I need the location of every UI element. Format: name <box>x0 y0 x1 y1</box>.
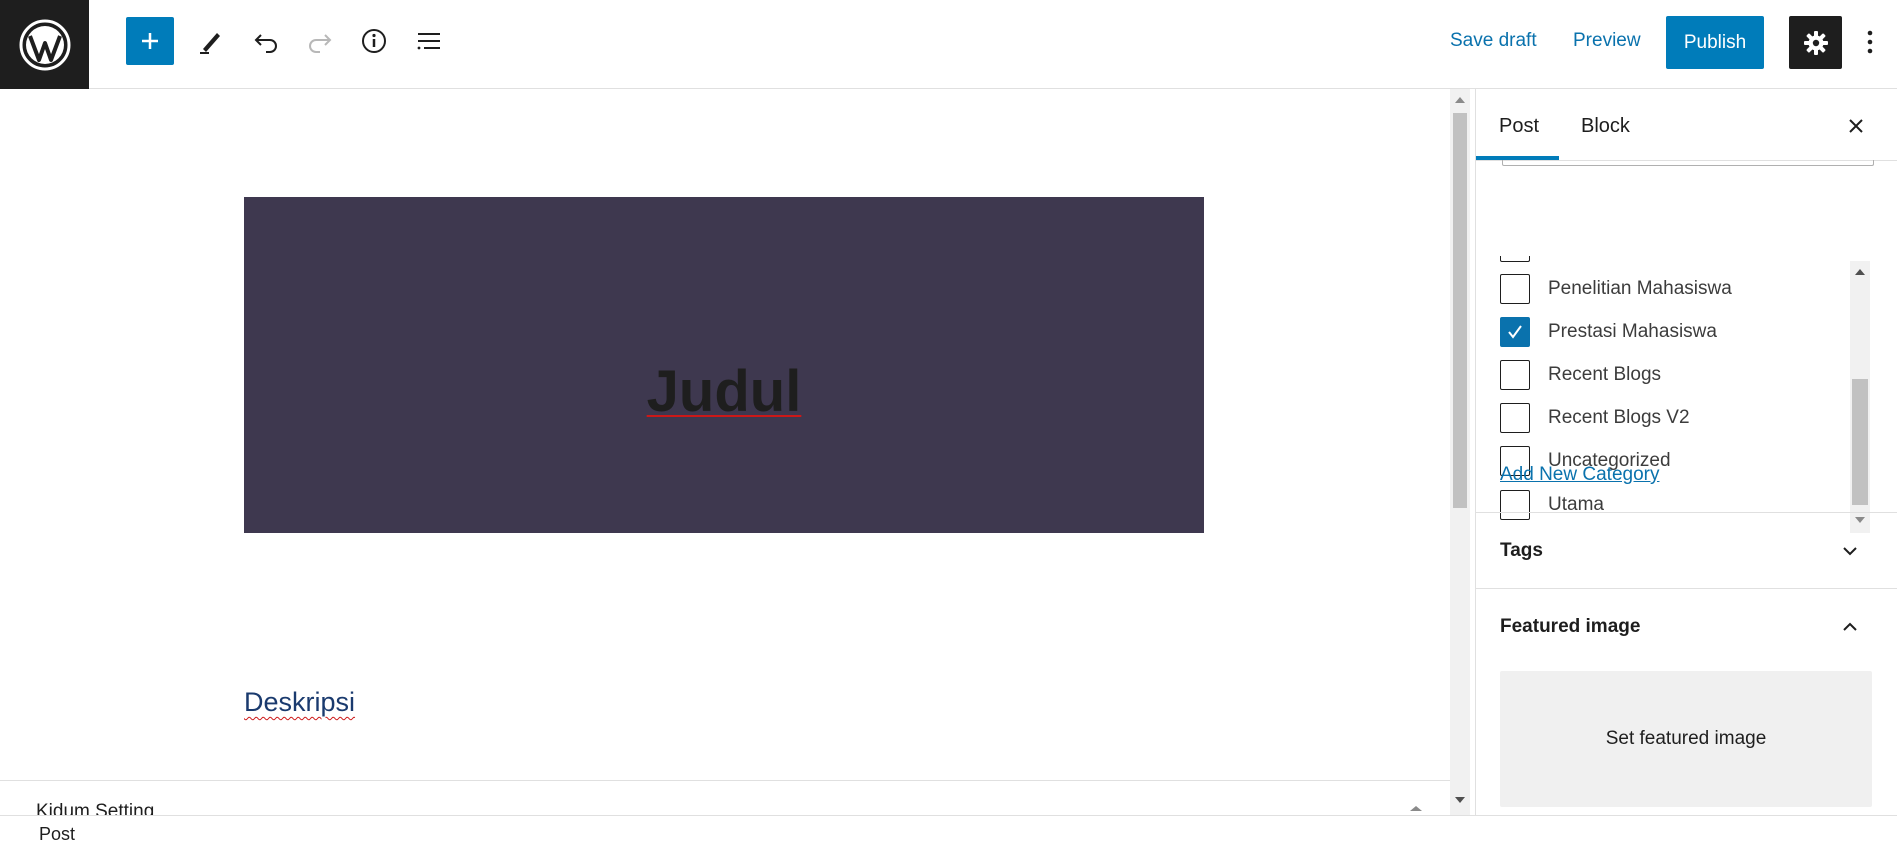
sidebar-tabs: Post Block <box>1476 89 1897 161</box>
tab-post[interactable]: Post <box>1499 115 1539 138</box>
editor-scrollbar[interactable] <box>1450 89 1470 815</box>
category-checkbox[interactable] <box>1500 360 1530 390</box>
plus-icon <box>142 33 158 49</box>
details-button[interactable] <box>350 17 398 65</box>
meta-box-panel[interactable]: Kidum Setting <box>0 780 1450 815</box>
description-paragraph[interactable]: Deskripsi <box>244 687 355 718</box>
block-breadcrumb-bar: Post <box>0 815 1897 850</box>
preview-button[interactable]: Preview <box>1573 30 1641 52</box>
editor-canvas[interactable]: Judul Deskripsi Kidum Setting <box>0 89 1450 815</box>
category-scrollbar[interactable] <box>1850 261 1870 533</box>
category-label: Recent Blogs <box>1548 364 1662 385</box>
info-icon <box>362 29 386 53</box>
category-search-field-edge <box>1502 160 1874 166</box>
category-checkbox[interactable] <box>1500 274 1530 304</box>
featured-image-panel-title: Featured image <box>1500 616 1641 637</box>
scrollbar-thumb[interactable] <box>1453 113 1467 508</box>
scroll-up-arrow[interactable] <box>1855 269 1865 275</box>
category-checkbox-partial[interactable] <box>1500 256 1530 262</box>
tools-button[interactable] <box>187 17 235 65</box>
checkmark-icon <box>1508 325 1522 339</box>
cover-block[interactable]: Judul <box>244 197 1204 533</box>
scrollbar-thumb[interactable] <box>1852 379 1868 505</box>
close-sidebar-button[interactable] <box>1841 111 1871 141</box>
category-item[interactable]: Recent Blogs <box>1500 360 1661 390</box>
category-item[interactable]: Prestasi Mahasiswa <box>1500 317 1717 347</box>
redo-icon <box>309 34 332 53</box>
settings-button[interactable] <box>1789 16 1842 69</box>
category-label: Recent Blogs V2 <box>1548 407 1690 428</box>
meta-box-title: Kidum Setting <box>36 801 155 815</box>
wordpress-logo-icon[interactable] <box>0 0 89 89</box>
scroll-down-arrow[interactable] <box>1455 797 1465 803</box>
editor-header: Save draft Preview Publish <box>0 0 1897 89</box>
save-draft-button[interactable]: Save draft <box>1450 30 1537 52</box>
category-item[interactable]: Recent Blogs V2 <box>1500 403 1690 433</box>
more-vertical-icon <box>1867 30 1873 54</box>
redo-button[interactable] <box>296 17 344 65</box>
category-checkbox[interactable] <box>1500 403 1530 433</box>
add-new-category-link[interactable]: Add New Category <box>1500 464 1659 486</box>
chevron-up-icon[interactable] <box>1408 803 1424 813</box>
options-menu-button[interactable] <box>1856 20 1884 64</box>
tags-panel-toggle[interactable]: Tags <box>1476 512 1897 588</box>
cover-title[interactable]: Judul <box>647 358 802 425</box>
undo-button[interactable] <box>242 17 290 65</box>
scroll-up-arrow[interactable] <box>1455 97 1465 103</box>
category-checkbox[interactable] <box>1500 317 1530 347</box>
breadcrumb-post[interactable]: Post <box>39 824 75 845</box>
chevron-down-icon <box>1838 539 1862 563</box>
tab-block[interactable]: Block <box>1581 115 1630 138</box>
category-label: Prestasi Mahasiswa <box>1548 321 1717 342</box>
featured-image-panel-toggle[interactable]: Featured image <box>1476 588 1897 664</box>
tags-panel-title: Tags <box>1500 540 1543 561</box>
list-view-button[interactable] <box>405 17 453 65</box>
gear-icon <box>1803 30 1828 55</box>
chevron-up-icon <box>1838 615 1862 639</box>
add-block-button[interactable] <box>126 17 174 65</box>
pencil-icon <box>200 33 220 54</box>
undo-icon <box>254 34 277 53</box>
category-item[interactable]: Penelitian Mahasiswa <box>1500 274 1732 304</box>
set-featured-image-button[interactable]: Set featured image <box>1500 671 1872 807</box>
list-view-icon <box>417 33 440 50</box>
settings-sidebar: Post Block Penelitian Mahasiswa Prestasi… <box>1475 89 1897 815</box>
publish-button[interactable]: Publish <box>1666 16 1764 69</box>
category-label: Penelitian Mahasiswa <box>1548 278 1732 299</box>
close-icon <box>1849 119 1863 133</box>
